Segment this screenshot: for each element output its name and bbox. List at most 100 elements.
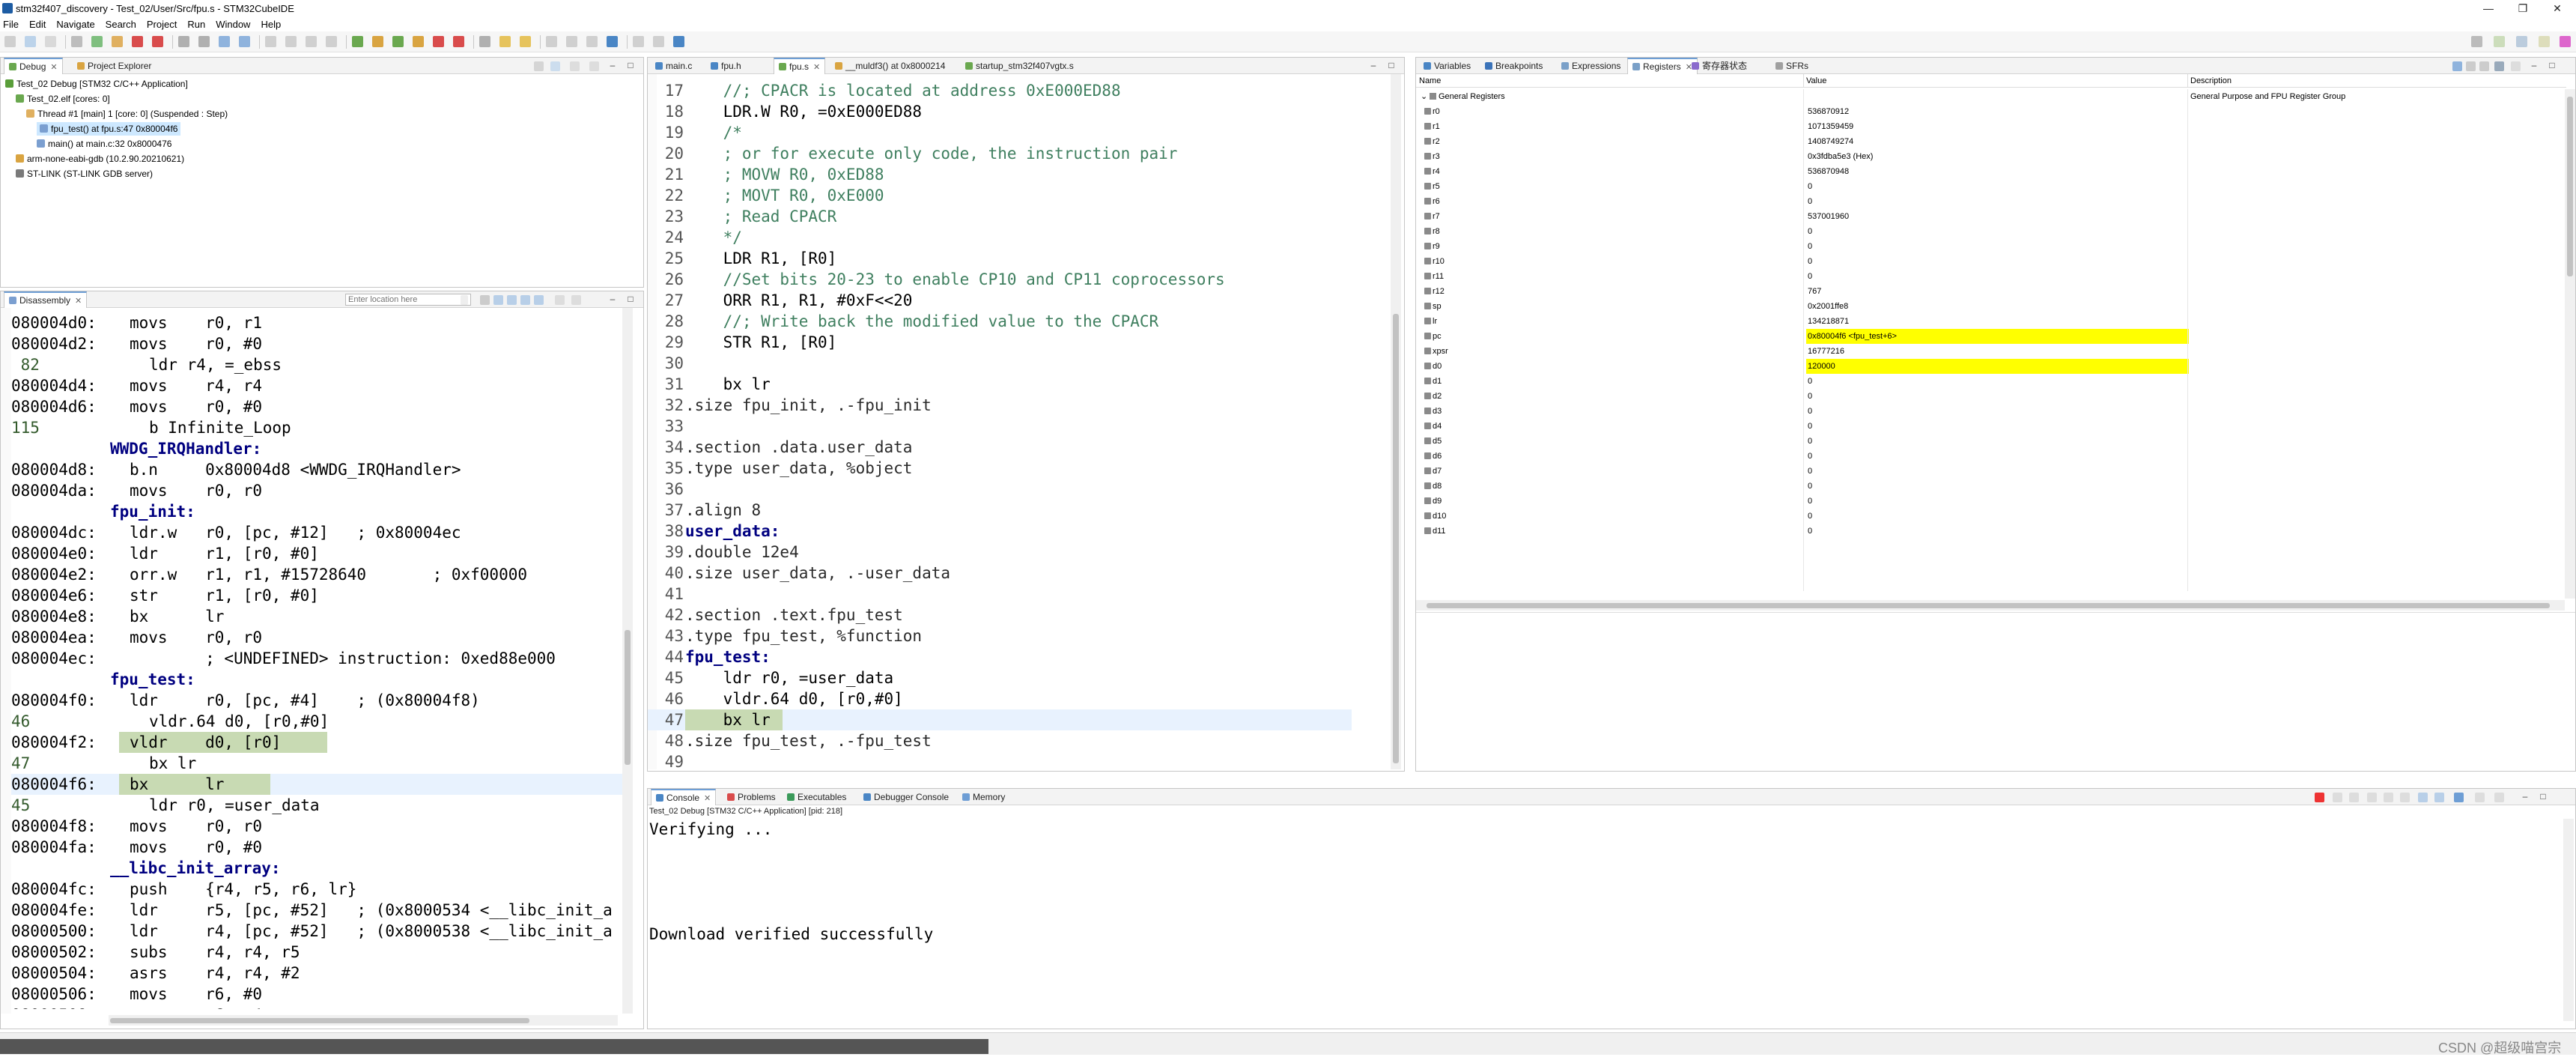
tab-project-explorer[interactable]: Project Explorer — [73, 58, 156, 74]
menu-window[interactable]: Window — [216, 19, 250, 30]
step-over-icon[interactable] — [198, 36, 210, 47]
register-value[interactable]: 0 — [1806, 419, 1812, 434]
register-value[interactable]: 0 — [1806, 434, 1812, 449]
device-config-icon[interactable] — [2560, 36, 2571, 47]
menu-navigate[interactable]: Navigate — [56, 19, 94, 30]
nav-prev-icon[interactable] — [633, 36, 644, 47]
minimize-view-icon[interactable]: – — [607, 294, 618, 304]
editor-tab[interactable]: startup_stm32f407vgtx.s — [961, 58, 1078, 74]
scrollbar-thumb[interactable] — [2567, 97, 2573, 276]
register-row[interactable]: sp 0x2001ffe8 — [1400, 299, 2478, 314]
maximize-view-icon[interactable]: □ — [625, 60, 636, 70]
code-line[interactable]: 20 ; or for execute only code, the instr… — [648, 143, 1352, 164]
resume-icon[interactable] — [285, 36, 297, 47]
step-filter-icon[interactable] — [570, 61, 580, 71]
tab-disassembly[interactable]: Disassembly ✕ — [4, 291, 88, 308]
code-line[interactable]: 41 — [648, 584, 1352, 605]
disassembly-line[interactable]: 080004fc: push {r4, r5, r6, lr} — [11, 879, 624, 900]
code-line[interactable]: 21 ; MOVW R0, 0xED88 — [648, 164, 1352, 185]
register-group-row[interactable]: ⌄ General Registers General Purpose and … — [1416, 89, 2566, 104]
cpp-perspective-icon[interactable] — [2539, 36, 2550, 47]
register-row[interactable]: r0 536870912 — [1400, 104, 2478, 119]
register-row[interactable]: xpsr 16777216 — [1400, 344, 2478, 359]
editor-tab[interactable]: main.c — [651, 58, 696, 74]
register-row[interactable]: r2 1408749274 — [1400, 134, 2478, 149]
run-launch-icon[interactable] — [372, 36, 383, 47]
close-tab-icon[interactable]: ✕ — [704, 794, 711, 803]
register-value[interactable]: 0 — [1806, 449, 1812, 464]
new-icon[interactable] — [4, 36, 16, 47]
menu-file[interactable]: File — [3, 19, 19, 30]
refresh-icon[interactable] — [480, 295, 490, 305]
scrollbar-thumb[interactable] — [1393, 314, 1399, 763]
disassembly-line[interactable]: 08000502: subs r4, r4, r5 — [11, 942, 624, 963]
disassembly-line[interactable]: 080004d4: movs r4, r4 — [11, 375, 624, 396]
view-menu-icon[interactable] — [2511, 61, 2521, 71]
skip-breakpoints-icon[interactable] — [265, 36, 276, 47]
disassembly-line[interactable]: 080004d2: movs r0, #0 — [11, 333, 624, 354]
register-value[interactable]: 537001960 — [1806, 209, 1849, 224]
scrollbar-thumb[interactable] — [1427, 603, 2550, 608]
register-row[interactable]: r11 0 — [1400, 269, 2478, 284]
registers-tab[interactable]: Breakpoints — [1480, 58, 1547, 74]
disassembly-line[interactable]: 080004fe: ldr r5, [pc, #52] ; (0x8000534 … — [11, 900, 624, 921]
register-value[interactable]: 0 — [1806, 254, 1812, 269]
instruction-step-icon[interactable] — [239, 36, 250, 47]
disassembly-line[interactable]: 45 ldr r0, =user_data — [11, 795, 624, 816]
disassembly-line[interactable]: 080004ea: movs r0, r0 — [11, 627, 624, 648]
debug-tree-item[interactable]: main() at main.c:32 0x8000476 — [37, 137, 171, 151]
code-line[interactable]: 28 //; Write back the modified value to … — [648, 311, 1352, 332]
register-row[interactable]: d9 0 — [1400, 494, 2478, 509]
menu-edit[interactable]: Edit — [29, 19, 46, 30]
register-row[interactable]: d8 0 — [1400, 479, 2478, 494]
code-line[interactable]: 44 fpu_test: — [648, 646, 1352, 667]
collapse-icon[interactable] — [2479, 61, 2489, 71]
register-row[interactable]: d1 0 — [1400, 374, 2478, 389]
debug-icon[interactable] — [91, 36, 103, 47]
register-row[interactable]: d4 0 — [1400, 419, 2478, 434]
disassembly-line[interactable]: 080004d0: movs r0, r1 — [11, 312, 624, 333]
debug-tree-item[interactable]: ST-LINK (ST-LINK GDB server) — [16, 167, 153, 181]
tab-debug[interactable]: Debug ✕ — [4, 58, 63, 74]
minimize-view-icon[interactable]: – — [1368, 60, 1379, 70]
view-menu-icon[interactable] — [589, 61, 599, 71]
maximize-view-icon[interactable]: □ — [1386, 60, 1397, 70]
horizontal-scrollbar[interactable] — [109, 1015, 618, 1026]
debug-tree-item[interactable]: fpu_test() at fpu.s:47 0x80004f6 — [37, 122, 181, 136]
code-line[interactable]: 25 LDR R1, [R0] — [648, 248, 1352, 269]
save-all-icon[interactable] — [45, 36, 56, 47]
close-button[interactable]: ✕ — [2540, 0, 2575, 16]
disassembly-line[interactable]: 08000500: ldr r4, [pc, #52] ; (0x8000538 … — [11, 921, 624, 942]
code-line[interactable]: 36 — [648, 479, 1352, 500]
maximize-view-icon[interactable]: □ — [625, 294, 636, 304]
register-value[interactable]: 0 — [1806, 224, 1812, 239]
code-line[interactable]: 32 .size fpu_init, .-fpu_init — [648, 395, 1352, 416]
perspective-icon[interactable] — [2494, 36, 2505, 47]
register-value[interactable]: 0 — [1806, 494, 1812, 509]
coverage-icon[interactable] — [392, 36, 404, 47]
register-row[interactable]: r3 0x3fdba5e3 (Hex) — [1400, 149, 2478, 164]
open-type-icon[interactable] — [499, 36, 511, 47]
suspend-icon[interactable] — [306, 36, 317, 47]
disassembly-line[interactable]: 080004f2: vldr d0, [r0] — [11, 732, 624, 753]
editor-tab[interactable]: fpu.h — [706, 58, 746, 74]
register-value[interactable]: 0x2001ffe8 — [1806, 299, 1848, 314]
terminate-icon[interactable] — [2315, 793, 2324, 802]
register-value[interactable]: 0 — [1806, 194, 1812, 209]
debug-perspective-icon[interactable] — [2516, 36, 2527, 47]
view-menu-icon[interactable] — [2494, 793, 2504, 802]
register-value[interactable]: 0 — [1806, 464, 1812, 479]
scrollbar-thumb[interactable] — [625, 630, 631, 765]
stop-icon[interactable] — [433, 36, 444, 47]
remove-all-icon[interactable] — [2349, 793, 2359, 802]
register-value[interactable]: 0 — [1806, 374, 1812, 389]
disassembly-line[interactable]: fpu_test: — [11, 669, 624, 690]
register-value[interactable]: 536870948 — [1806, 164, 1849, 179]
column-description[interactable]: Description — [2190, 74, 2232, 88]
debug-tree-item[interactable]: Test_02.elf [cores: 0] — [16, 92, 110, 106]
search-icon[interactable] — [2471, 36, 2482, 47]
maximize-view-icon[interactable]: □ — [2538, 791, 2548, 802]
pin-icon[interactable] — [520, 36, 531, 47]
menu-search[interactable]: Search — [106, 19, 136, 30]
register-row[interactable]: d5 0 — [1400, 434, 2478, 449]
